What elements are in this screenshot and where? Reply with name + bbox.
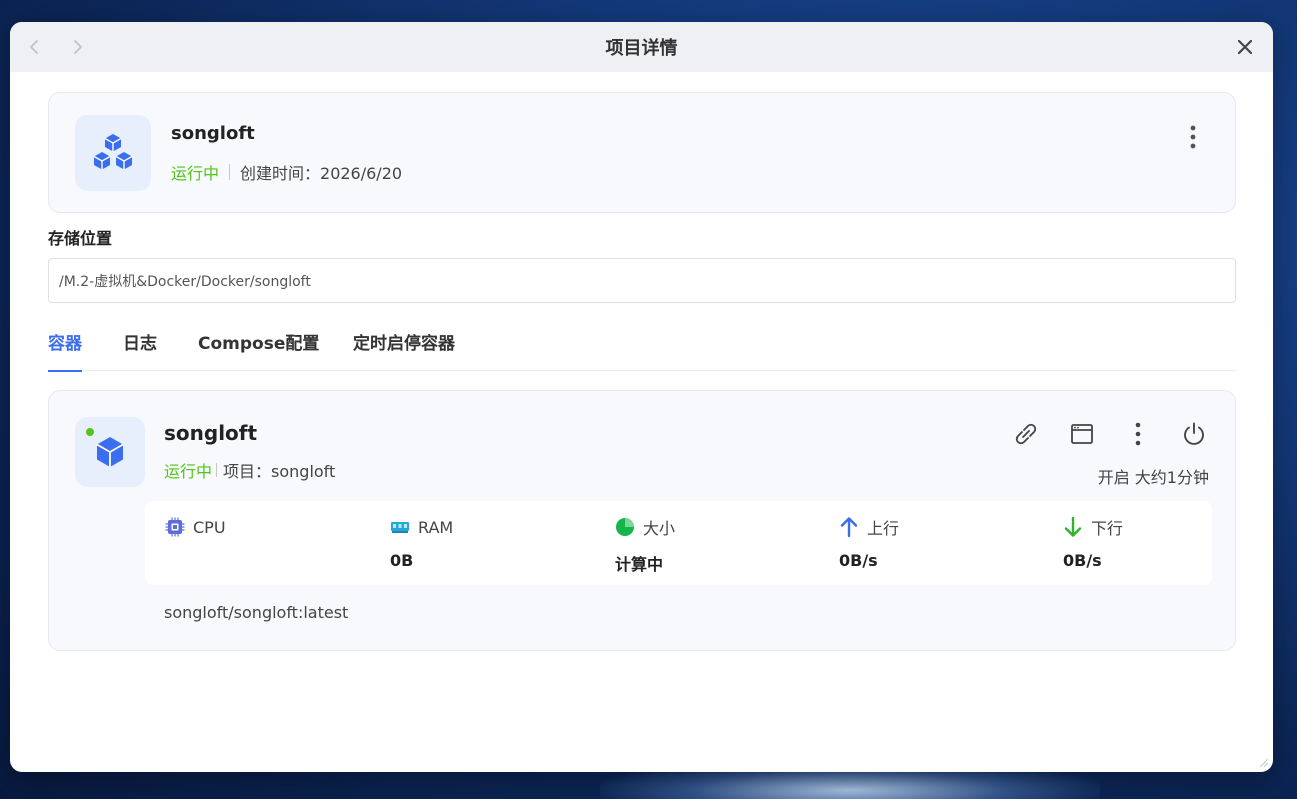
container-actions [1011, 419, 1209, 449]
tab-containers[interactable]: 容器 [48, 329, 82, 372]
container-uptime: 开启 大约1分钟 [1097, 468, 1209, 487]
tab-logs[interactable]: 日志 [123, 329, 157, 371]
close-icon [1237, 39, 1253, 55]
storage-location-label: 存储位置 [48, 229, 113, 248]
stat-ram-label: RAM [418, 517, 454, 537]
running-status-dot [86, 428, 94, 436]
close-button[interactable] [1233, 35, 1257, 59]
stat-upload: 上行 0B/s [839, 515, 899, 570]
forward-button[interactable] [66, 35, 90, 59]
cpu-icon [165, 517, 185, 537]
tab-scheduled-start-stop[interactable]: 定时启停容器 [353, 329, 455, 371]
divider [229, 164, 231, 180]
project-details-window: 项目详情 songloft 运行中 创建时间：2026/6/20 存储位置 /M… [10, 22, 1273, 772]
stat-download-value: 0B/s [1063, 551, 1102, 570]
open-link-button[interactable] [1011, 419, 1041, 449]
project-name: songloft [171, 123, 255, 144]
stat-upload-value: 0B/s [839, 551, 878, 570]
stacked-cubes-icon [93, 134, 133, 170]
stat-ram: RAM 0B [390, 515, 454, 571]
container-card[interactable]: songloft 运行中 项目：songloft 开启 大约1分钟 CPU RA… [48, 390, 1236, 651]
container-icon-tile [75, 417, 145, 487]
titlebar: 项目详情 [10, 22, 1273, 72]
divider [216, 463, 218, 477]
container-image-name: songloft/songloft:latest [164, 603, 349, 622]
tab-bar: 容器 日志 Compose配置 定时启停容器 [48, 327, 1236, 372]
tab-compose-config[interactable]: Compose配置 [198, 329, 319, 371]
project-icon-tile [75, 115, 151, 191]
container-meta: 运行中 项目：songloft [164, 458, 335, 482]
chevron-left-icon [30, 40, 38, 54]
chevron-right-icon [74, 40, 82, 54]
stat-download: 下行 0B/s [1063, 515, 1123, 570]
stat-cpu: CPU [165, 515, 226, 551]
stat-size: 大小 计算中 [615, 515, 675, 575]
stat-ram-value: 0B [390, 551, 414, 570]
project-summary-card: songloft 运行中 创建时间：2026/6/20 [48, 92, 1236, 213]
project-status: 运行中 [171, 164, 220, 183]
power-button[interactable] [1179, 419, 1209, 449]
stat-upload-label: 上行 [867, 519, 900, 538]
open-web-ui-button[interactable] [1067, 419, 1097, 449]
stat-size-label: 大小 [643, 519, 676, 538]
stat-size-value: 计算中 [615, 555, 664, 574]
cube-icon [96, 437, 124, 467]
container-project: 项目：songloft [223, 462, 336, 481]
arrow-up-icon [840, 517, 858, 538]
browser-window-icon [1071, 424, 1093, 444]
resize-grip-icon[interactable] [1257, 756, 1269, 768]
container-status: 运行中 [164, 462, 213, 481]
back-button[interactable] [22, 35, 46, 59]
storage-path-field[interactable] [48, 258, 1236, 303]
container-stats-panel: CPU RAM 0B 大小 计算中 上行 0B/s 下行 0B/s [145, 501, 1212, 585]
project-meta: 运行中 创建时间：2026/6/20 [171, 160, 402, 184]
container-name: songloft [164, 421, 258, 445]
link-icon [1015, 423, 1037, 445]
power-icon [1184, 422, 1204, 445]
stat-download-label: 下行 [1091, 519, 1124, 538]
project-more-button[interactable] [1181, 123, 1205, 151]
pie-chart-icon [616, 518, 634, 536]
project-created-time: 创建时间：2026/6/20 [240, 164, 403, 183]
stat-cpu-label: CPU [193, 517, 226, 537]
window-title: 项目详情 [605, 38, 678, 59]
arrow-down-icon [1064, 516, 1082, 537]
more-vertical-icon [1190, 125, 1196, 149]
container-more-button[interactable] [1123, 419, 1153, 449]
more-vertical-icon [1135, 422, 1141, 446]
memory-icon [391, 522, 409, 533]
